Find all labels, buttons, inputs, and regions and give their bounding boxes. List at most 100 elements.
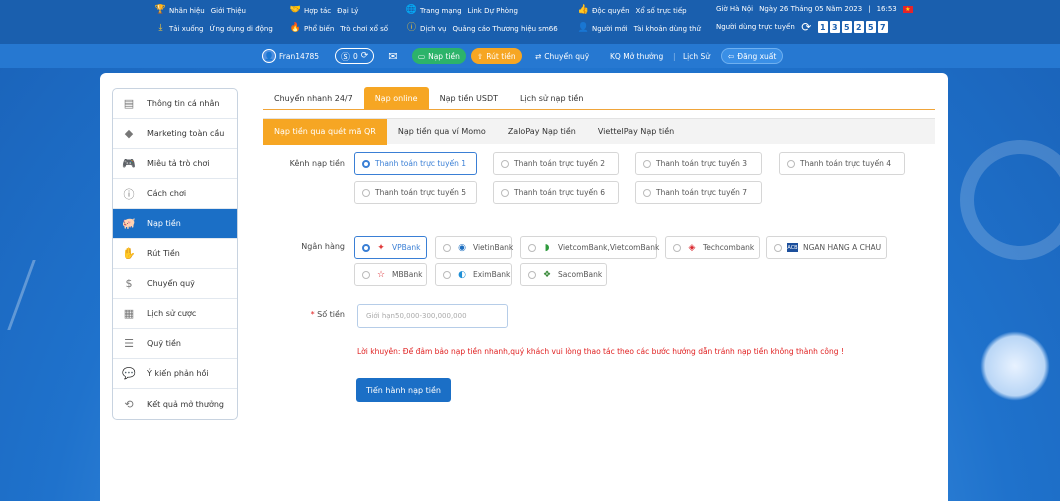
deposit-button[interactable]: ▭ Nạp tiền [412, 48, 466, 64]
bank-option-label: EximBank [473, 270, 511, 279]
advertising-link[interactable]: ⓘ Dịch vụ Quảng cáo Thương hiệu sm66 [406, 23, 558, 34]
radio-icon [362, 188, 370, 197]
bank-option-techcombank[interactable]: ◈ Techcombank [665, 236, 760, 259]
download-app-link[interactable]: ⤓ Tải xuống Ứng dụng di động [155, 23, 273, 34]
brand-intro-link[interactable]: 🏆 Nhãn hiệu Giới Thiệu [155, 5, 246, 16]
sidebar-item-results[interactable]: ⟲ Kết quả mở thưởng [113, 389, 237, 419]
required-marker: * [310, 310, 315, 319]
sidebar-item-bet-history[interactable]: ▦ Lịch sử cược [113, 299, 237, 329]
channel-option-2[interactable]: Thanh toán trực tuyến 2 [493, 152, 619, 175]
info-icon: ⓘ [406, 23, 416, 33]
channel-option-3[interactable]: Thanh toán trực tuyến 3 [635, 152, 762, 175]
radio-icon [362, 270, 370, 279]
channel-option-label: Thanh toán trực tuyến 4 [800, 159, 892, 168]
bank-option-vietinbank[interactable]: ◉ VietinBank [435, 236, 514, 259]
submit-deposit-button[interactable]: Tiến hành nạp tiền [356, 378, 451, 402]
trial-account-text: Tài khoản dùng thử [633, 24, 701, 33]
withdraw-button[interactable]: ⇧ Rút tiền [471, 48, 522, 64]
radio-icon [528, 270, 536, 279]
sidebar-item-transfer[interactable]: $ Chuyển quỹ [113, 269, 237, 299]
amount-input[interactable]: Giới hạn50,000-300,000,000 [357, 304, 508, 328]
piggy-bank-icon: 🐖 [122, 217, 136, 230]
radio-icon [362, 243, 370, 252]
user-profile[interactable]: 👤 Fran14785 [262, 48, 319, 64]
user-bar: 👤 Fran14785 Ⓢ 0 ⟳ ✉ ▭ Nạp tiền ⇧ Rút tiề… [0, 44, 1060, 68]
sidebar-item-label: Thông tin cá nhân [147, 99, 220, 108]
transfer-link[interactable]: ⇄ Chuyển quỹ [535, 48, 589, 64]
fire-icon: 🔥 [289, 23, 302, 33]
online-digit: 5 [841, 21, 852, 33]
bank-option-vpbank[interactable]: ✦ VPBank [354, 236, 427, 259]
withdraw-icon: ⇧ [477, 51, 484, 61]
sidebar-item-game-description[interactable]: 🎮 Miêu tả trò chơi [113, 149, 237, 179]
deposit-content: Chuyển nhanh 24/7 Nạp online Nạp tiền US… [263, 87, 935, 402]
sidebar-item-how-to-play[interactable]: ⓘ Cách chơi [113, 179, 237, 209]
techcombank-logo-icon: ◈ [688, 242, 696, 253]
channel-option-label: Thanh toán trực tuyến 5 [375, 188, 467, 197]
balance-badge[interactable]: Ⓢ 0 ⟳ [335, 48, 375, 64]
coin-icon: Ⓢ [341, 52, 351, 63]
refresh-icon[interactable]: ⟳ [801, 21, 812, 33]
backup-link[interactable]: 🌐 Trang mạng Link Dự Phòng [406, 5, 518, 16]
sidebar-item-marketing[interactable]: ◆ Marketing toàn cầu [113, 119, 237, 149]
sidebar-item-feedback[interactable]: 💬 Ý kiến phản hồi [113, 359, 237, 389]
channel-option-4[interactable]: Thanh toán trực tuyến 4 [779, 152, 905, 175]
channel-option-1[interactable]: Thanh toán trực tuyến 1 [354, 152, 477, 175]
bank-option-mbbank[interactable]: ☆ MBBank [354, 263, 427, 286]
channel-option-label: Thanh toán trực tuyến 2 [514, 159, 606, 168]
channel-option-6[interactable]: Thanh toán trực tuyến 6 [493, 181, 619, 204]
sidebar-item-label: Nạp tiền [147, 219, 181, 228]
sidebar-item-fund[interactable]: ☰ Quỹ tiền [113, 329, 237, 359]
radio-icon [643, 188, 651, 197]
online-digit: 5 [865, 21, 876, 33]
bank-option-eximbank[interactable]: ◐ EximBank [435, 263, 512, 286]
agent-link-text: Đại Lý [337, 6, 359, 15]
sidebar-item-label: Rút Tiền [147, 249, 180, 258]
radio-icon [443, 243, 451, 252]
channel-option-5[interactable]: Thanh toán trực tuyến 5 [354, 181, 477, 204]
refresh-balance-icon[interactable]: ⟳ [361, 51, 369, 61]
results-link[interactable]: KQ Mở thưởng [610, 48, 663, 64]
time-separator: | [868, 5, 871, 13]
sidebar-item-withdraw[interactable]: ✋ Rút Tiền [113, 239, 237, 269]
online-users: Người dùng trực tuyến ⟳ 1 3 5 2 5 7 [716, 21, 888, 33]
bank-option-vietcombank[interactable]: ◗ VietcomBank,VietcomBank [520, 236, 659, 259]
radio-icon [528, 243, 536, 252]
gamepad-icon: 🎮 [122, 157, 136, 170]
agent-link[interactable]: 🤝 Hợp tác Đại Lý [289, 5, 359, 16]
online-label: Người dùng trực tuyến [716, 23, 795, 31]
sidebar-item-profile[interactable]: ▤ Thông tin cá nhân [113, 89, 237, 119]
bank-option-label: Techcombank [703, 243, 755, 252]
wallet-icon: ▭ [418, 51, 426, 61]
mobile-app-text: Ứng dụng di động [209, 24, 273, 33]
sidebar-item-label: Ý kiến phản hồi [147, 369, 209, 378]
brand-label: Nhãn hiệu [169, 6, 205, 15]
sidebar-item-deposit[interactable]: 🐖 Nạp tiền [113, 209, 237, 239]
mail-icon[interactable]: ✉ [385, 48, 401, 64]
deposit-form: Kênh nạp tiền Thanh toán trực tuyến 1 Th… [263, 88, 935, 418]
trial-account-link[interactable]: 👤 Người mới Tài khoản dùng thử [578, 23, 701, 34]
radio-icon [501, 188, 509, 197]
live-lottery-link[interactable]: 👍 Độc quyền Xổ số trực tiếp [578, 5, 687, 16]
chat-bubble-icon: 💬 [122, 367, 136, 380]
sidebar-item-label: Lịch sử cược [147, 309, 197, 318]
bank-option-label: MBBank [392, 270, 423, 279]
popular-games-link[interactable]: 🔥 Phổ biến Trò chơi xổ số [290, 23, 388, 34]
exclusive-label: Độc quyền [592, 6, 630, 15]
vietcombank-logo-icon: ◗ [544, 242, 550, 253]
user-icon: 👤 [577, 23, 590, 33]
bank-option-label: VietinBank [473, 243, 514, 252]
withdraw-label: Rút tiền [486, 51, 516, 61]
logout-button[interactable]: ⇦ Đăng xuất [721, 48, 784, 64]
money-hand-icon: ✋ [122, 247, 136, 260]
bank-option-sacombank[interactable]: ❖ SacomBank [520, 263, 607, 286]
separator: | [673, 51, 676, 61]
history-link[interactable]: Lịch Sử [683, 48, 710, 64]
id-card-icon: ▤ [123, 97, 135, 110]
mbbank-logo-icon: ☆ [376, 269, 386, 280]
sidebar-item-label: Cách chơi [147, 189, 187, 198]
handshake-icon: 🤝 [289, 5, 302, 15]
radio-icon [787, 159, 795, 168]
channel-option-7[interactable]: Thanh toán trực tuyến 7 [635, 181, 762, 204]
bank-option-acb[interactable]: ACB NGAN HANG A CHAU [766, 236, 887, 259]
